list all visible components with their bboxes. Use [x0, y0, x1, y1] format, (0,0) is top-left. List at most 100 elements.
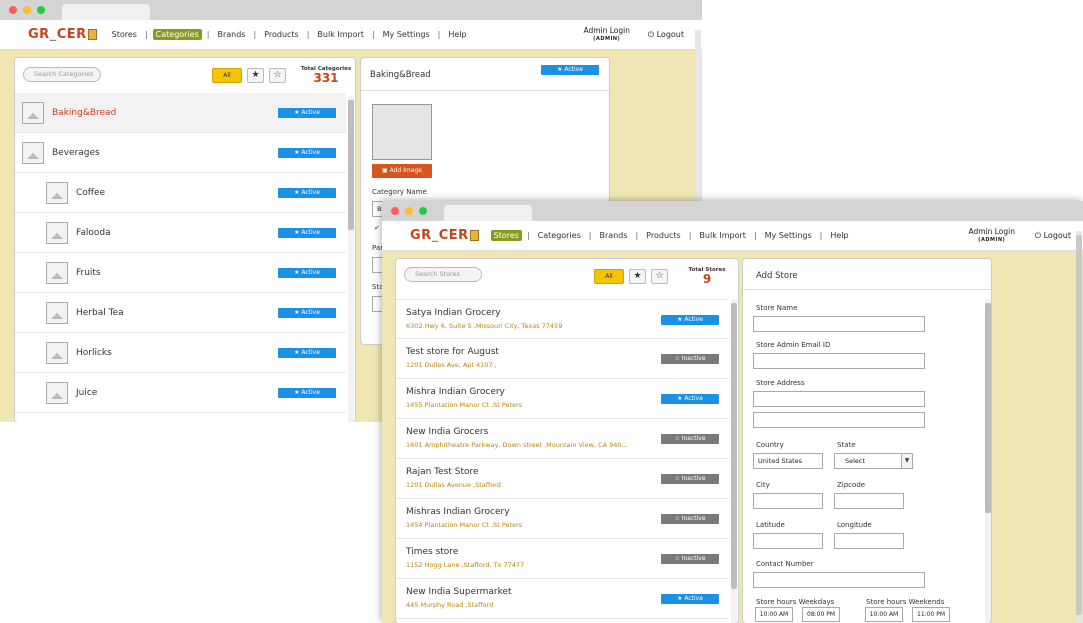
list-scrollbar-thumb[interactable] [348, 100, 354, 230]
status-badge[interactable]: ★ Active [278, 188, 336, 198]
status-badge[interactable]: ★ Active [278, 268, 336, 278]
nav-brands[interactable]: Brands [214, 29, 248, 40]
store-row[interactable]: Rajan Test Store 1201 Dullas Avenue ,Sta… [396, 459, 729, 499]
status-badge[interactable]: ★ Active [661, 315, 719, 325]
logout-button[interactable]: ⏻ Logout [1035, 231, 1071, 241]
nav-stores[interactable]: Stores [109, 29, 140, 40]
search-stores-input[interactable]: Search Stores [404, 267, 482, 282]
close-window-icon[interactable] [9, 6, 17, 14]
store-address: 1454 Plantation Manor Ct ,St Peters [406, 521, 523, 529]
store-row[interactable]: Mishra Indian Grocery 1455 Plantation Ma… [396, 379, 729, 419]
latitude-input[interactable] [753, 533, 823, 549]
filter-unstarred-button[interactable]: ☆ [269, 68, 286, 83]
nav-categories[interactable]: Categories [535, 230, 584, 241]
store-row[interactable]: New India Supermarket 445 Murphy Road ,S… [396, 579, 729, 619]
browser-chrome [0, 0, 702, 20]
store-row[interactable]: Times store 1152 Hogg Lane ,Stafford, Tx… [396, 539, 729, 579]
window-scrollbar-thumb[interactable] [1076, 235, 1082, 615]
category-row[interactable]: Falooda ★ Active [15, 213, 346, 253]
state-select[interactable]: Select [834, 453, 902, 469]
contact-input[interactable] [753, 572, 925, 588]
maximize-window-icon[interactable] [37, 6, 45, 14]
grocer-logo[interactable]: GR _ CER [28, 27, 97, 42]
list-scrollbar-thumb[interactable] [731, 303, 737, 589]
close-window-icon[interactable] [391, 207, 399, 215]
add-image-button[interactable]: ▣ Add Image [372, 164, 432, 178]
status-badge[interactable]: ★ Active [661, 594, 719, 604]
status-badge[interactable]: ★ Active [661, 394, 719, 404]
status-badge[interactable]: ☆ Inactive [661, 554, 719, 564]
address-line2-input[interactable] [753, 412, 925, 428]
grocer-logo[interactable]: GR _ CER [410, 228, 479, 243]
filter-starred-button[interactable]: ★ [629, 269, 646, 284]
chevron-down-icon[interactable]: ▼ [901, 453, 913, 469]
status-badge[interactable]: ★ Active [278, 148, 336, 158]
filter-all-button[interactable]: All [212, 68, 242, 83]
admin-login[interactable]: Admin Login (ADMIN) [968, 228, 1015, 244]
country-input[interactable]: United States [753, 453, 823, 469]
filter-starred-button[interactable]: ★ [247, 68, 264, 83]
browser-chrome [382, 201, 1083, 221]
address-line1-input[interactable] [753, 391, 925, 407]
store-row[interactable]: Satya Indian Grocery 6302 Hwy 6, Suite S… [396, 299, 729, 339]
longitude-input[interactable] [834, 533, 904, 549]
status-badge[interactable]: ☆ Inactive [661, 514, 719, 524]
status-badge[interactable]: ★ Active [278, 388, 336, 398]
nav-stores[interactable]: Stores [490, 230, 522, 241]
image-placeholder-icon [46, 182, 68, 204]
store-row[interactable]: Test store for August 1201 Dulles Ave, A… [396, 339, 729, 379]
address-label: Store Address [756, 379, 805, 387]
nav-brands[interactable]: Brands [596, 230, 630, 241]
category-row[interactable]: Beverages ★ Active [15, 133, 346, 173]
zipcode-input[interactable] [834, 493, 904, 509]
category-row[interactable]: Horlicks ★ Active [15, 333, 346, 373]
maximize-window-icon[interactable] [419, 207, 427, 215]
category-row[interactable]: Herbal Tea ★ Active [15, 293, 346, 333]
nav-bulk-import[interactable]: Bulk Import [314, 29, 367, 40]
nav-help[interactable]: Help [827, 230, 851, 241]
search-categories-input[interactable]: Search Categories [23, 67, 101, 82]
total-categories: Total Categories 331 [300, 66, 352, 85]
category-row[interactable]: Juice ★ Active [15, 373, 346, 413]
nav-my-settings[interactable]: My Settings [380, 29, 433, 40]
star-outline-icon: ☆ [273, 70, 282, 80]
filter-unstarred-button[interactable]: ☆ [651, 269, 668, 284]
email-input[interactable] [753, 353, 925, 369]
nav-help[interactable]: Help [445, 29, 469, 40]
category-name: Beverages [52, 148, 100, 158]
minimize-window-icon[interactable] [23, 6, 31, 14]
weekday-open-time[interactable]: 10:00 AM [755, 607, 793, 622]
weekend-open-time[interactable]: 10:00 AM [865, 607, 903, 622]
store-row[interactable]: New India Grocers 1601 Amphitheatre Park… [396, 419, 729, 459]
category-row[interactable]: Baking&Bread ★ Active [15, 93, 346, 133]
logout-button[interactable]: ⏻ Logout [648, 30, 684, 40]
status-badge[interactable]: ★ Active [278, 228, 336, 238]
status-badge[interactable]: ☆ Inactive [661, 434, 719, 444]
minimize-window-icon[interactable] [405, 207, 413, 215]
store-name: New India Grocers [406, 427, 489, 437]
status-badge[interactable]: ☆ Inactive [661, 474, 719, 484]
admin-login[interactable]: Admin Login (ADMIN) [583, 27, 630, 43]
status-badge[interactable]: ☆ Inactive [661, 354, 719, 364]
browser-tab[interactable] [62, 4, 150, 20]
weekend-close-time[interactable]: 11:00 PM [912, 607, 950, 622]
category-row[interactable]: Coffee ★ Active [15, 173, 346, 213]
form-scrollbar-thumb[interactable] [985, 303, 991, 513]
status-badge[interactable]: ★ Active [278, 308, 336, 318]
nav-bulk-import[interactable]: Bulk Import [696, 230, 749, 241]
store-row[interactable]: Mishras Indian Grocery 1454 Plantation M… [396, 499, 729, 539]
category-row[interactable]: Fruits ★ Active [15, 253, 346, 293]
nav-products[interactable]: Products [261, 29, 302, 40]
category-name-label: Category Name [372, 188, 427, 196]
nav-products[interactable]: Products [643, 230, 684, 241]
nav-my-settings[interactable]: My Settings [762, 230, 815, 241]
city-input[interactable] [753, 493, 823, 509]
nav-categories[interactable]: Categories [152, 29, 202, 40]
filter-all-button[interactable]: All [594, 269, 624, 284]
status-badge[interactable]: ★ Active [278, 348, 336, 358]
browser-tab[interactable] [444, 205, 532, 221]
detail-status-badge[interactable]: ★ Active [541, 65, 599, 75]
status-badge[interactable]: ★ Active [278, 108, 336, 118]
weekday-close-time[interactable]: 08:00 PM [802, 607, 840, 622]
store-name-input[interactable] [753, 316, 925, 332]
